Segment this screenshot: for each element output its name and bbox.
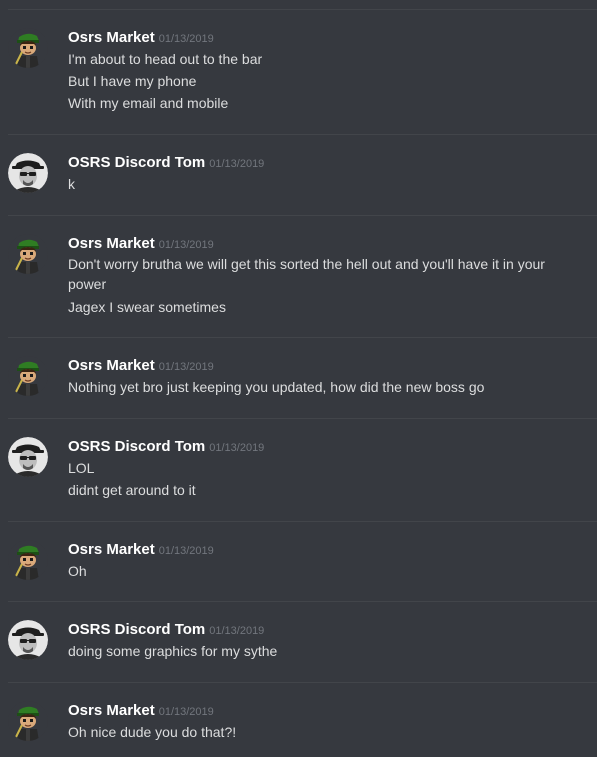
author-name[interactable]: Osrs Market — [68, 702, 155, 719]
author-name[interactable]: OSRS Discord Tom — [68, 154, 205, 171]
message-header: Osrs Market 01/13/2019 — [68, 234, 214, 255]
author-name[interactable]: Osrs Market — [68, 29, 155, 46]
message-header: OSRS Discord Tom 01/13/2019 — [68, 437, 264, 458]
green-cap-character-icon[interactable] — [8, 540, 48, 580]
message-header: Osrs Market 01/13/2019 — [68, 356, 214, 377]
message-header: OSRS Discord Tom 01/13/2019 — [68, 153, 264, 174]
message-header: Osrs Market 01/13/2019 — [68, 540, 214, 561]
message-line: k — [68, 176, 75, 192]
message-content: Nothing yet bro just keeping you updated… — [68, 376, 579, 398]
message-line: Oh — [68, 563, 87, 579]
green-cap-character-icon[interactable] — [8, 701, 48, 741]
message-timestamp: 01/13/2019 — [209, 158, 265, 170]
message-timestamp: 01/13/2019 — [158, 33, 214, 45]
message-header: Osrs Market 01/13/2019 — [68, 28, 214, 49]
message-divider — [8, 134, 597, 135]
message-content: I'm about to head out to the bar But I h… — [68, 48, 579, 114]
green-cap-character-icon[interactable] — [8, 28, 48, 68]
message-line: But I have my phone — [68, 73, 197, 89]
message-content: doing some graphics for my sythe — [68, 640, 579, 662]
message-timestamp: 01/13/2019 — [158, 706, 214, 718]
message-divider — [8, 9, 597, 10]
message-divider — [8, 682, 597, 683]
green-cap-character-icon[interactable] — [8, 356, 48, 396]
author-name[interactable]: OSRS Discord Tom — [68, 438, 205, 455]
bald-man-sunglasses-icon[interactable] — [8, 153, 48, 193]
message-line: didnt get around to it — [68, 482, 196, 498]
message-content: Oh — [68, 560, 579, 582]
message-divider — [8, 337, 597, 338]
message-content: Oh nice dude you do that?! — [68, 721, 579, 743]
message-divider — [8, 601, 597, 602]
message-line: Jagex I swear sometimes — [68, 299, 226, 315]
author-name[interactable]: Osrs Market — [68, 235, 155, 252]
green-cap-character-icon[interactable] — [8, 234, 48, 274]
author-name[interactable]: OSRS Discord Tom — [68, 621, 205, 638]
message-header: Osrs Market 01/13/2019 — [68, 701, 214, 722]
message-timestamp: 01/13/2019 — [209, 625, 265, 637]
message-divider — [8, 215, 597, 216]
message-line: I'm about to head out to the bar — [68, 51, 263, 67]
message-content: Don't worry brutha we will get this sort… — [68, 254, 579, 318]
message-line: Oh nice dude you do that?! — [68, 724, 237, 740]
message-timestamp: 01/13/2019 — [158, 545, 214, 557]
message-line: Nothing yet bro just keeping you updated… — [68, 379, 485, 395]
message-divider — [8, 521, 597, 522]
bald-man-sunglasses-icon[interactable] — [8, 437, 48, 477]
chat-message-list: Osrs Market 01/13/2019 I'm about to head … — [0, 0, 597, 757]
message-timestamp: 01/13/2019 — [158, 239, 214, 251]
bald-man-sunglasses-icon[interactable] — [8, 620, 48, 660]
message-line: With my email and mobile — [68, 95, 229, 111]
message-content: k — [68, 173, 579, 195]
message-content: LOL didnt get around to it — [68, 457, 579, 501]
message-line: doing some graphics for my sythe — [68, 643, 278, 659]
message-line: LOL — [68, 460, 95, 476]
message-header: OSRS Discord Tom 01/13/2019 — [68, 620, 264, 641]
message-divider — [8, 418, 597, 419]
author-name[interactable]: Osrs Market — [68, 541, 155, 558]
message-timestamp: 01/13/2019 — [209, 442, 265, 454]
message-timestamp: 01/13/2019 — [158, 361, 214, 373]
message-line: Don't worry brutha we will get this sort… — [68, 256, 545, 292]
author-name[interactable]: Osrs Market — [68, 357, 155, 374]
